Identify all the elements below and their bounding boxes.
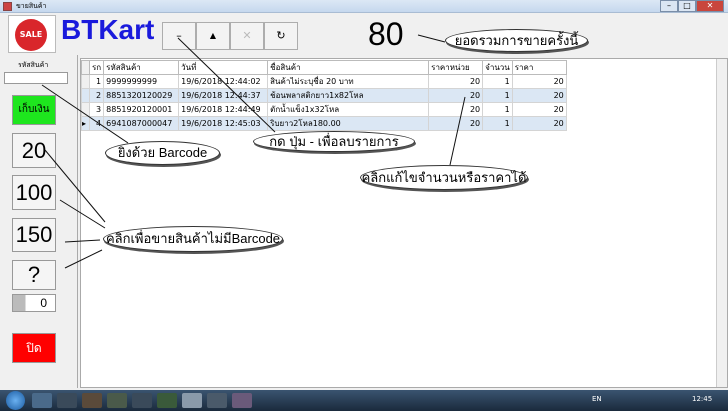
col-price[interactable]: ราคา: [511, 60, 567, 75]
title-bar: ขายสินค้า – □ ✕: [0, 0, 728, 13]
vertical-scrollbar[interactable]: [716, 59, 727, 387]
quick-20-button[interactable]: 20: [12, 133, 56, 168]
brand-name: BTKart: [61, 14, 155, 45]
window-title: ขายสินค้า: [16, 2, 47, 10]
app-taskbar-icon[interactable]: [132, 393, 152, 408]
close-window-button[interactable]: ✕: [696, 0, 724, 12]
firefox-taskbar-icon[interactable]: [82, 393, 102, 408]
refresh-button[interactable]: ↻: [264, 22, 298, 50]
sale-logo: SALE: [8, 15, 56, 53]
app-taskbar-icon[interactable]: [207, 393, 227, 408]
table-row[interactable]: 1 9999999999 19/6/2018 12:44:02 สินค้าไม่ระ…: [81, 74, 567, 89]
start-button[interactable]: [6, 391, 25, 410]
col-name[interactable]: ชื่อสินค้า: [267, 60, 430, 75]
chrome-taskbar-icon[interactable]: [107, 393, 127, 408]
taskbar: EN 12:45: [0, 390, 728, 411]
explorer-taskbar-icon[interactable]: [32, 393, 52, 408]
up-button[interactable]: ▲: [196, 22, 230, 50]
current-row-indicator: ▸: [81, 116, 90, 131]
barcode-input[interactable]: [4, 72, 68, 84]
sale-total: 80: [368, 16, 404, 52]
plus-taskbar-icon[interactable]: [157, 393, 177, 408]
callout-barcode: ยิงด้วย Barcode: [105, 141, 220, 165]
pay-button[interactable]: เก็บเงิน: [12, 95, 56, 125]
callout-delete: กด ปุ่ม - เพื่อลบรายการ: [253, 131, 415, 152]
app-taskbar-icon[interactable]: [57, 393, 77, 408]
callout-edit: คลิกแก้ไขจำนวนหรือราคาได้: [360, 165, 528, 190]
col-no[interactable]: รก: [88, 60, 105, 75]
language-indicator[interactable]: EN: [592, 395, 602, 403]
col-date[interactable]: วันที่: [178, 60, 269, 75]
grid-header: รก รหัสสินค้า วันที่ ชื่อสินค้า ราคาหน่ว…: [81, 60, 567, 75]
table-row[interactable]: 2 8851320120029 19/6/2018 12:44:37 ช้อนพลาส…: [81, 88, 567, 103]
left-panel: รหัสสินค้า เก็บเงิน 20 100 150 ? 0 ปิด: [0, 55, 78, 388]
counter-slider[interactable]: 0: [12, 294, 56, 312]
table-row[interactable]: 3 8851920120001 19/6/2018 12:44:49 ตักน้ำแข…: [81, 102, 567, 117]
clock[interactable]: 12:45: [692, 395, 712, 403]
col-unit-price[interactable]: ราคาหน่วย: [428, 60, 484, 75]
close-button[interactable]: ปิด: [12, 333, 56, 363]
active-app-taskbar-icon[interactable]: [182, 393, 202, 408]
col-code[interactable]: รหัสสินค้า: [103, 60, 180, 75]
app-icon: [3, 2, 12, 11]
callout-total: ยอดรวมการขายครั้งนี้: [445, 29, 588, 52]
quick-150-button[interactable]: 150: [12, 218, 56, 252]
sales-grid[interactable]: รก รหัสสินค้า วันที่ ชื่อสินค้า ราคาหน่ว…: [80, 58, 728, 388]
cancel-button[interactable]: ✕: [230, 22, 264, 50]
quick-100-button[interactable]: 100: [12, 175, 56, 210]
callout-no-barcode: คลิกเพื่อขายสินค้าไม่มีBarcode: [103, 226, 283, 252]
maximize-button[interactable]: □: [678, 0, 696, 12]
col-qty[interactable]: จำนวน: [482, 60, 513, 75]
app-taskbar-icon[interactable]: [232, 393, 252, 408]
code-label: รหัสสินค้า: [18, 61, 49, 69]
minimize-button[interactable]: –: [660, 0, 678, 12]
table-row[interactable]: ▸ 4 6941087000047 19/6/2018 12:45:03 ริบยาว2…: [81, 116, 567, 131]
custom-price-button[interactable]: ?: [12, 260, 56, 290]
delete-row-button[interactable]: –: [162, 22, 196, 50]
